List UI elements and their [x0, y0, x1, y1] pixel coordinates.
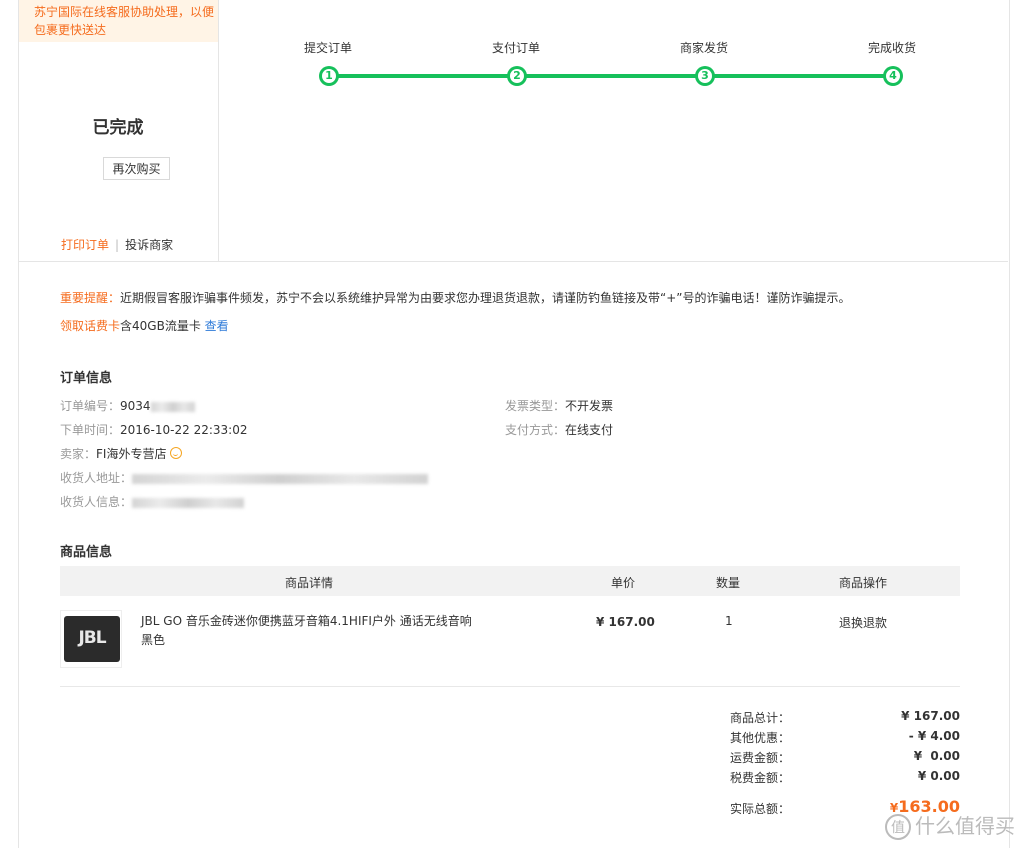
step-dot-2: 2	[507, 66, 527, 86]
service-notice: 苏宁国际在线客服协助处理，以便包裹更快送达	[19, 0, 218, 42]
jbl-speaker-image: JBL	[64, 616, 120, 662]
step-label-submit: 提交订单	[303, 41, 352, 55]
promo-text: 含40GB流量卡	[120, 319, 201, 333]
watermark-logo-icon: 值	[885, 814, 911, 840]
header-op: 商品操作	[839, 576, 888, 590]
order-status: 已完成	[92, 118, 144, 138]
step-label-pay: 支付订单	[491, 41, 540, 55]
shipping-value: ¥ 0.00	[913, 749, 960, 763]
rebuy-button[interactable]: 再次购买	[103, 157, 170, 180]
step-dot-1: 1	[319, 66, 339, 86]
warning-tag: 重要提醒：	[60, 291, 121, 305]
product-qty: 1	[725, 614, 733, 628]
product-name[interactable]: JBL GO 音乐金砖迷你便携蓝牙音箱4.1HIFI户外 通话无线音响 黑色	[141, 612, 481, 650]
print-order-link[interactable]: 打印订单	[61, 238, 109, 252]
seller-name[interactable]: FI海外专营店	[96, 447, 166, 461]
promo-line: 领取话费卡含40GB流量卡 查看	[60, 317, 229, 334]
masked-order-number	[150, 401, 195, 412]
step-label-ship: 商家发货	[679, 41, 728, 55]
product-price: ¥ 167.00	[596, 615, 655, 629]
watermark: 值什么值得买	[885, 810, 1015, 840]
complain-seller-link[interactable]: 投诉商家	[125, 238, 173, 252]
step-dot-4: 4	[883, 66, 903, 86]
divider	[18, 261, 1008, 262]
promo-view-link[interactable]: 查看	[205, 319, 229, 333]
payment-row: 支付方式：在线支付	[505, 423, 614, 437]
separator: |	[115, 238, 120, 252]
goods-row: JBL JBL GO 音乐金砖迷你便携蓝牙音箱4.1HIFI户外 通话无线音响 …	[60, 596, 960, 687]
product-thumbnail[interactable]: JBL	[60, 610, 122, 668]
receiver-row: 收货人信息：	[60, 493, 245, 510]
header-price: 单价	[611, 576, 636, 590]
step-dot-3: 3	[695, 66, 715, 86]
order-progress: 提交订单 支付订单 商家发货 完成收货 1 2 3 4	[218, 0, 1008, 261]
goods-table-header: 商品详情 单价 数量 商品操作	[60, 566, 960, 596]
goods-total-label: 商品总计：	[730, 711, 791, 725]
order-info-title: 订单信息	[60, 371, 113, 386]
customer-service-icon[interactable]	[170, 447, 183, 459]
address-row: 收货人地址：	[60, 469, 429, 486]
refund-link[interactable]: 退换退款	[839, 614, 887, 631]
order-number: 9034	[120, 399, 151, 413]
progress-track	[330, 74, 894, 78]
invoice-row: 发票类型：不开发票	[505, 399, 614, 413]
seller-row: 卖家：FI海外专营店	[60, 445, 183, 462]
order-actions: 打印订单 | 投诉商家	[61, 236, 173, 253]
masked-receiver	[132, 497, 245, 508]
shipping-label: 运费金额：	[730, 751, 791, 765]
masked-address	[132, 473, 429, 484]
step-label-receive: 完成收货	[867, 41, 916, 55]
discount-label: 其他优惠：	[730, 731, 791, 745]
discount-value: - ¥ 4.00	[908, 729, 960, 743]
order-number-row: 订单编号：9034	[60, 397, 195, 414]
warning-text: 近期假冒客服诈骗事件频发，苏宁不会以系统维护异常为由要求您办理退货退款，请谨防钓…	[120, 291, 851, 305]
order-status-panel: 苏宁国际在线客服协助处理，以便包裹更快送达 已完成 再次购买 打印订单 | 投诉商家	[18, 0, 219, 261]
goods-total-value: ¥ 167.00	[901, 709, 960, 723]
tax-value: ¥ 0.00	[917, 769, 960, 783]
final-total-label: 实际总额：	[730, 802, 791, 816]
header-qty: 数量	[716, 576, 741, 590]
fraud-warning: 重要提醒：近期假冒客服诈骗事件频发，苏宁不会以系统维护异常为由要求您办理退货退款…	[60, 289, 851, 306]
goods-info-title: 商品信息	[60, 545, 113, 560]
promo-tag[interactable]: 领取话费卡	[60, 319, 120, 333]
header-detail: 商品详情	[285, 576, 334, 590]
tax-label: 税费金额：	[730, 771, 791, 785]
order-time-row: 下单时间：2016-10-22 22:33:02	[60, 423, 248, 437]
